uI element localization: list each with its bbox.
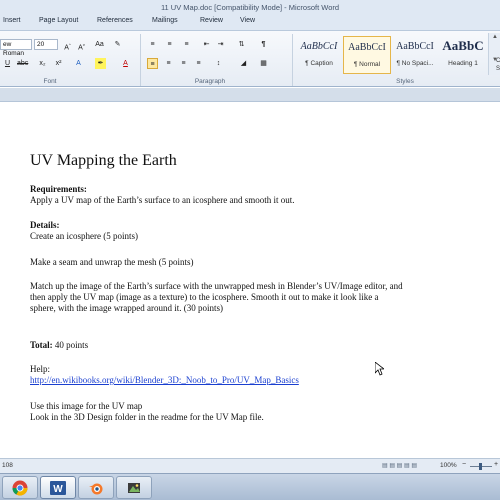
scroll-up-icon[interactable]: ▲ bbox=[492, 34, 498, 40]
taskbar: W bbox=[0, 473, 500, 500]
ribbon-divider bbox=[292, 34, 293, 86]
style-heading-1[interactable]: AaBbC Heading 1 bbox=[439, 36, 487, 74]
help-link[interactable]: http://en.wikibooks.org/wiki/Blender_3D:… bbox=[30, 375, 299, 385]
detail-paragraph: Match up the image of the Earth’s surfac… bbox=[30, 281, 403, 314]
align-center-icon[interactable]: ≡ bbox=[163, 58, 174, 69]
taskbar-word[interactable]: W bbox=[40, 476, 76, 499]
bullets-icon[interactable]: ≡ bbox=[147, 39, 158, 50]
requirements-text: Apply a UV map of the Earth’s surface to… bbox=[30, 195, 295, 205]
ribbon-divider bbox=[140, 34, 141, 86]
justify-icon[interactable]: ≡ bbox=[193, 58, 204, 69]
zoom-out-icon[interactable]: − bbox=[462, 461, 466, 468]
ribbon: ew Roman 20 A^ Av Aa ✎ U abc x₂ x² A ✒ A… bbox=[0, 30, 500, 87]
style-name: ¶ No Spaci... bbox=[396, 60, 434, 67]
style-name: ¶ Caption bbox=[305, 60, 333, 67]
taskbar-chrome[interactable] bbox=[2, 476, 38, 499]
tab-view[interactable]: View bbox=[240, 17, 255, 24]
font-size-select[interactable]: 20 bbox=[34, 39, 58, 50]
subscript-button[interactable]: x₂ bbox=[37, 58, 48, 69]
tab-mailings[interactable]: Mailings bbox=[152, 17, 178, 24]
tab-review[interactable]: Review bbox=[200, 17, 223, 24]
details-block: Details: Create an icosphere (5 points) bbox=[30, 220, 138, 242]
chrome-icon bbox=[12, 480, 28, 496]
blender-icon bbox=[89, 483, 103, 494]
details-label: Details: bbox=[30, 220, 60, 230]
align-left-icon[interactable]: ≡ bbox=[147, 58, 158, 69]
multilevel-list-icon[interactable]: ≡ bbox=[181, 39, 192, 50]
detail-line: sphere, with the image wrapped around it… bbox=[30, 303, 223, 313]
style-preview: AaBbC bbox=[442, 38, 484, 53]
font-group-label: Font bbox=[43, 78, 57, 85]
total-line: Total: 40 points bbox=[30, 340, 88, 351]
styles-group-label: Styles bbox=[396, 78, 414, 85]
show-formatting-icon[interactable]: ¶ bbox=[258, 39, 269, 50]
word-count[interactable]: 108 bbox=[2, 462, 13, 469]
change-case-button[interactable]: Aa bbox=[94, 39, 105, 50]
tab-page-layout[interactable]: Page Layout bbox=[39, 17, 78, 24]
font-name-select[interactable]: ew Roman bbox=[0, 39, 32, 57]
media-icon bbox=[128, 482, 140, 493]
strikethrough-button[interactable]: abc bbox=[17, 58, 28, 69]
document-title: UV Mapping the Earth bbox=[30, 152, 177, 169]
paragraph-group-label: Paragraph bbox=[194, 78, 226, 85]
shrink-font-button[interactable]: Av bbox=[76, 39, 87, 51]
style-preview: AaBbCcI bbox=[348, 42, 386, 53]
help-label: Help: bbox=[30, 364, 50, 374]
ribbon-tabs: Insert Page Layout References Mailings R… bbox=[0, 14, 500, 30]
tab-references[interactable]: References bbox=[97, 17, 133, 24]
style-preview: AaBbCcI bbox=[300, 41, 338, 52]
increase-indent-icon[interactable]: ⇥ bbox=[215, 39, 226, 50]
tab-insert[interactable]: Insert bbox=[3, 17, 21, 24]
sort-icon[interactable]: ⇅ bbox=[236, 39, 247, 50]
line-spacing-icon[interactable]: ↕ bbox=[213, 58, 224, 69]
requirements-label: Requirements: bbox=[30, 184, 87, 194]
note-line: Use this image for the UV map bbox=[30, 401, 143, 411]
ruler bbox=[0, 88, 500, 102]
detail-item: Make a seam and unwrap the mesh (5 point… bbox=[30, 257, 194, 267]
style-normal[interactable]: AaBbCcI ¶ Normal bbox=[343, 36, 391, 74]
style-name: Heading 1 bbox=[448, 60, 478, 67]
taskbar-media[interactable] bbox=[116, 476, 152, 499]
word-icon: W bbox=[50, 480, 66, 495]
svg-text:W: W bbox=[53, 484, 63, 495]
change-styles-label[interactable]: C S bbox=[496, 57, 500, 73]
superscript-button[interactable]: x² bbox=[53, 58, 64, 69]
text-effects-icon[interactable]: A bbox=[73, 58, 84, 69]
underline-button[interactable]: U bbox=[2, 58, 13, 69]
highlight-icon[interactable]: ✒ bbox=[95, 58, 106, 69]
status-bar: 108 ▤ ▤ ▤ ▤ ▤ 100% − + bbox=[0, 458, 500, 473]
font-color-icon[interactable]: A bbox=[120, 58, 131, 69]
title-bar: 11 UV Map.doc [Compatibility Mode] - Mic… bbox=[0, 0, 500, 14]
requirements-block: Requirements: Apply a UV map of the Eart… bbox=[30, 184, 295, 206]
detail-line: Match up the image of the Earth’s surfac… bbox=[30, 281, 403, 291]
zoom-in-icon[interactable]: + bbox=[494, 461, 498, 468]
zoom-level[interactable]: 100% bbox=[440, 462, 457, 469]
detail-item: Create an icosphere (5 points) bbox=[30, 231, 138, 241]
grow-font-button[interactable]: A^ bbox=[62, 39, 73, 51]
window-title: 11 UV Map.doc [Compatibility Mode] - Mic… bbox=[160, 2, 340, 12]
total-value: 40 points bbox=[52, 340, 89, 350]
uv-image-note: Use this image for the UV map Look in th… bbox=[30, 401, 264, 423]
style-no-spacing[interactable]: AaBbCcI ¶ No Spaci... bbox=[391, 36, 439, 74]
zoom-slider-thumb[interactable] bbox=[479, 463, 482, 470]
shading-icon[interactable]: ◢ bbox=[238, 58, 249, 69]
align-right-icon[interactable]: ≡ bbox=[178, 58, 189, 69]
numbering-icon[interactable]: ≡ bbox=[164, 39, 175, 50]
detail-line: then apply the UV map (image as a textur… bbox=[30, 292, 379, 302]
total-label: Total: bbox=[30, 340, 53, 350]
borders-icon[interactable]: ▦ bbox=[258, 58, 269, 69]
clear-format-icon[interactable]: ✎ bbox=[112, 39, 123, 50]
taskbar-blender[interactable] bbox=[78, 476, 114, 499]
view-buttons[interactable]: ▤ ▤ ▤ ▤ ▤ bbox=[382, 462, 417, 469]
mouse-cursor-icon bbox=[375, 362, 384, 376]
decrease-indent-icon[interactable]: ⇤ bbox=[201, 39, 212, 50]
note-line: Look in the 3D Design folder in the read… bbox=[30, 412, 264, 422]
style-name: ¶ Normal bbox=[353, 61, 381, 68]
help-block: Help: http://en.wikibooks.org/wiki/Blend… bbox=[30, 364, 299, 386]
style-caption[interactable]: AaBbCcI ¶ Caption bbox=[295, 36, 343, 74]
style-preview: AaBbCcI bbox=[396, 41, 434, 52]
